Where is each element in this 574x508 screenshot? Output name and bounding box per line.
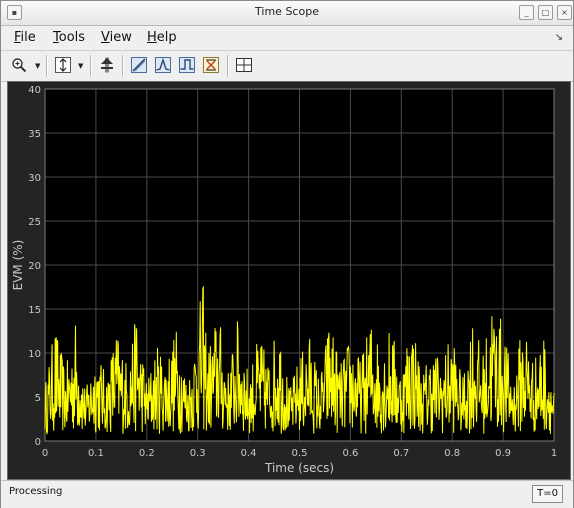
y-tick-label: 0	[35, 437, 41, 448]
time-scope-window: ▪ Time Scope _ □ × File Tools View Help …	[0, 0, 574, 508]
x-tick-label: 0.8	[444, 448, 460, 459]
menu-tools-label: ools	[58, 30, 86, 45]
evm-plot[interactable]: 0 0.1 0.2 0.3 0.4 0.5 0.6 0.7 0.8 0.9 105101520253…	[8, 82, 570, 479]
x-tick-label: 0	[42, 448, 48, 459]
peak-finder-icon[interactable]	[153, 55, 173, 75]
stepping-icon[interactable]	[97, 55, 117, 75]
menu-tools[interactable]: Tools	[53, 30, 85, 45]
scale-dropdown-arrow[interactable]: ▼	[78, 62, 83, 70]
toolbar-separator	[227, 55, 229, 77]
window-title: Time Scope	[255, 5, 319, 18]
x-tick-label: 0.1	[88, 448, 104, 459]
status-bar: Processing T=0	[1, 480, 573, 508]
y-tick-label: 40	[28, 85, 41, 96]
x-tick-label: 1	[551, 448, 557, 459]
x-tick-label: 0.9	[495, 448, 511, 459]
data-cursor-icon[interactable]	[129, 55, 149, 75]
simulation-time: T=0	[532, 485, 563, 503]
x-tick-label: 0.5	[292, 448, 308, 459]
menu-help[interactable]: Help	[147, 30, 177, 45]
menu-file-label: ile	[20, 30, 36, 45]
title-bar: ▪ Time Scope _ □ ×	[1, 1, 573, 26]
minimize-icon: _	[524, 8, 529, 17]
maximize-icon: □	[541, 8, 550, 17]
menu-bar: File Tools View Help ↘	[1, 26, 573, 49]
menu-file[interactable]: File	[14, 30, 36, 45]
y-tick-label: 10	[28, 349, 41, 360]
menu-view-mnemonic: V	[101, 30, 110, 45]
y-tick-label: 20	[28, 261, 41, 272]
layout-icon[interactable]	[234, 55, 254, 75]
close-button[interactable]: ×	[557, 5, 572, 20]
minimize-button[interactable]: _	[519, 5, 534, 20]
menu-view[interactable]: View	[101, 30, 132, 45]
toolbar-separator	[46, 55, 48, 77]
scope-display: 0 0.1 0.2 0.3 0.4 0.5 0.6 0.7 0.8 0.9 1 0 5 10 15 20 25 3…	[7, 81, 571, 480]
y-axis-label: EVM (%)	[11, 240, 25, 291]
toolbar: ▼ ▼	[1, 50, 573, 82]
y-tick-label: 30	[28, 173, 41, 184]
x-tick-label: 0.4	[241, 448, 257, 459]
menu-help-label: elp	[156, 30, 177, 45]
zoom-dropdown-arrow[interactable]: ▼	[35, 62, 40, 70]
status-text: Processing	[9, 486, 63, 497]
x-axis-label: Time (secs)	[264, 461, 334, 475]
x-tick-label: 0.3	[190, 448, 206, 459]
toolbar-separator	[90, 55, 92, 77]
x-tick-label: 0.7	[393, 448, 409, 459]
y-tick-label: 35	[28, 129, 41, 140]
maximize-button[interactable]: □	[538, 5, 553, 20]
y-tick-label: 25	[28, 217, 41, 228]
toolbar-separator	[122, 55, 124, 77]
signal-statistics-icon[interactable]	[201, 55, 221, 75]
bilevel-measurements-icon[interactable]	[177, 55, 197, 75]
x-tick-label: 0.2	[139, 448, 155, 459]
scale-axes-icon[interactable]	[53, 55, 73, 75]
undock-icon[interactable]: ↘	[555, 32, 563, 43]
close-icon: ×	[561, 8, 568, 17]
y-tick-label: 15	[28, 305, 41, 316]
menu-help-mnemonic: H	[147, 30, 157, 45]
y-tick-label: 5	[35, 393, 41, 404]
x-tick-label: 0.6	[342, 448, 358, 459]
zoom-in-icon[interactable]	[9, 55, 29, 75]
menu-view-label: iew	[109, 30, 132, 45]
